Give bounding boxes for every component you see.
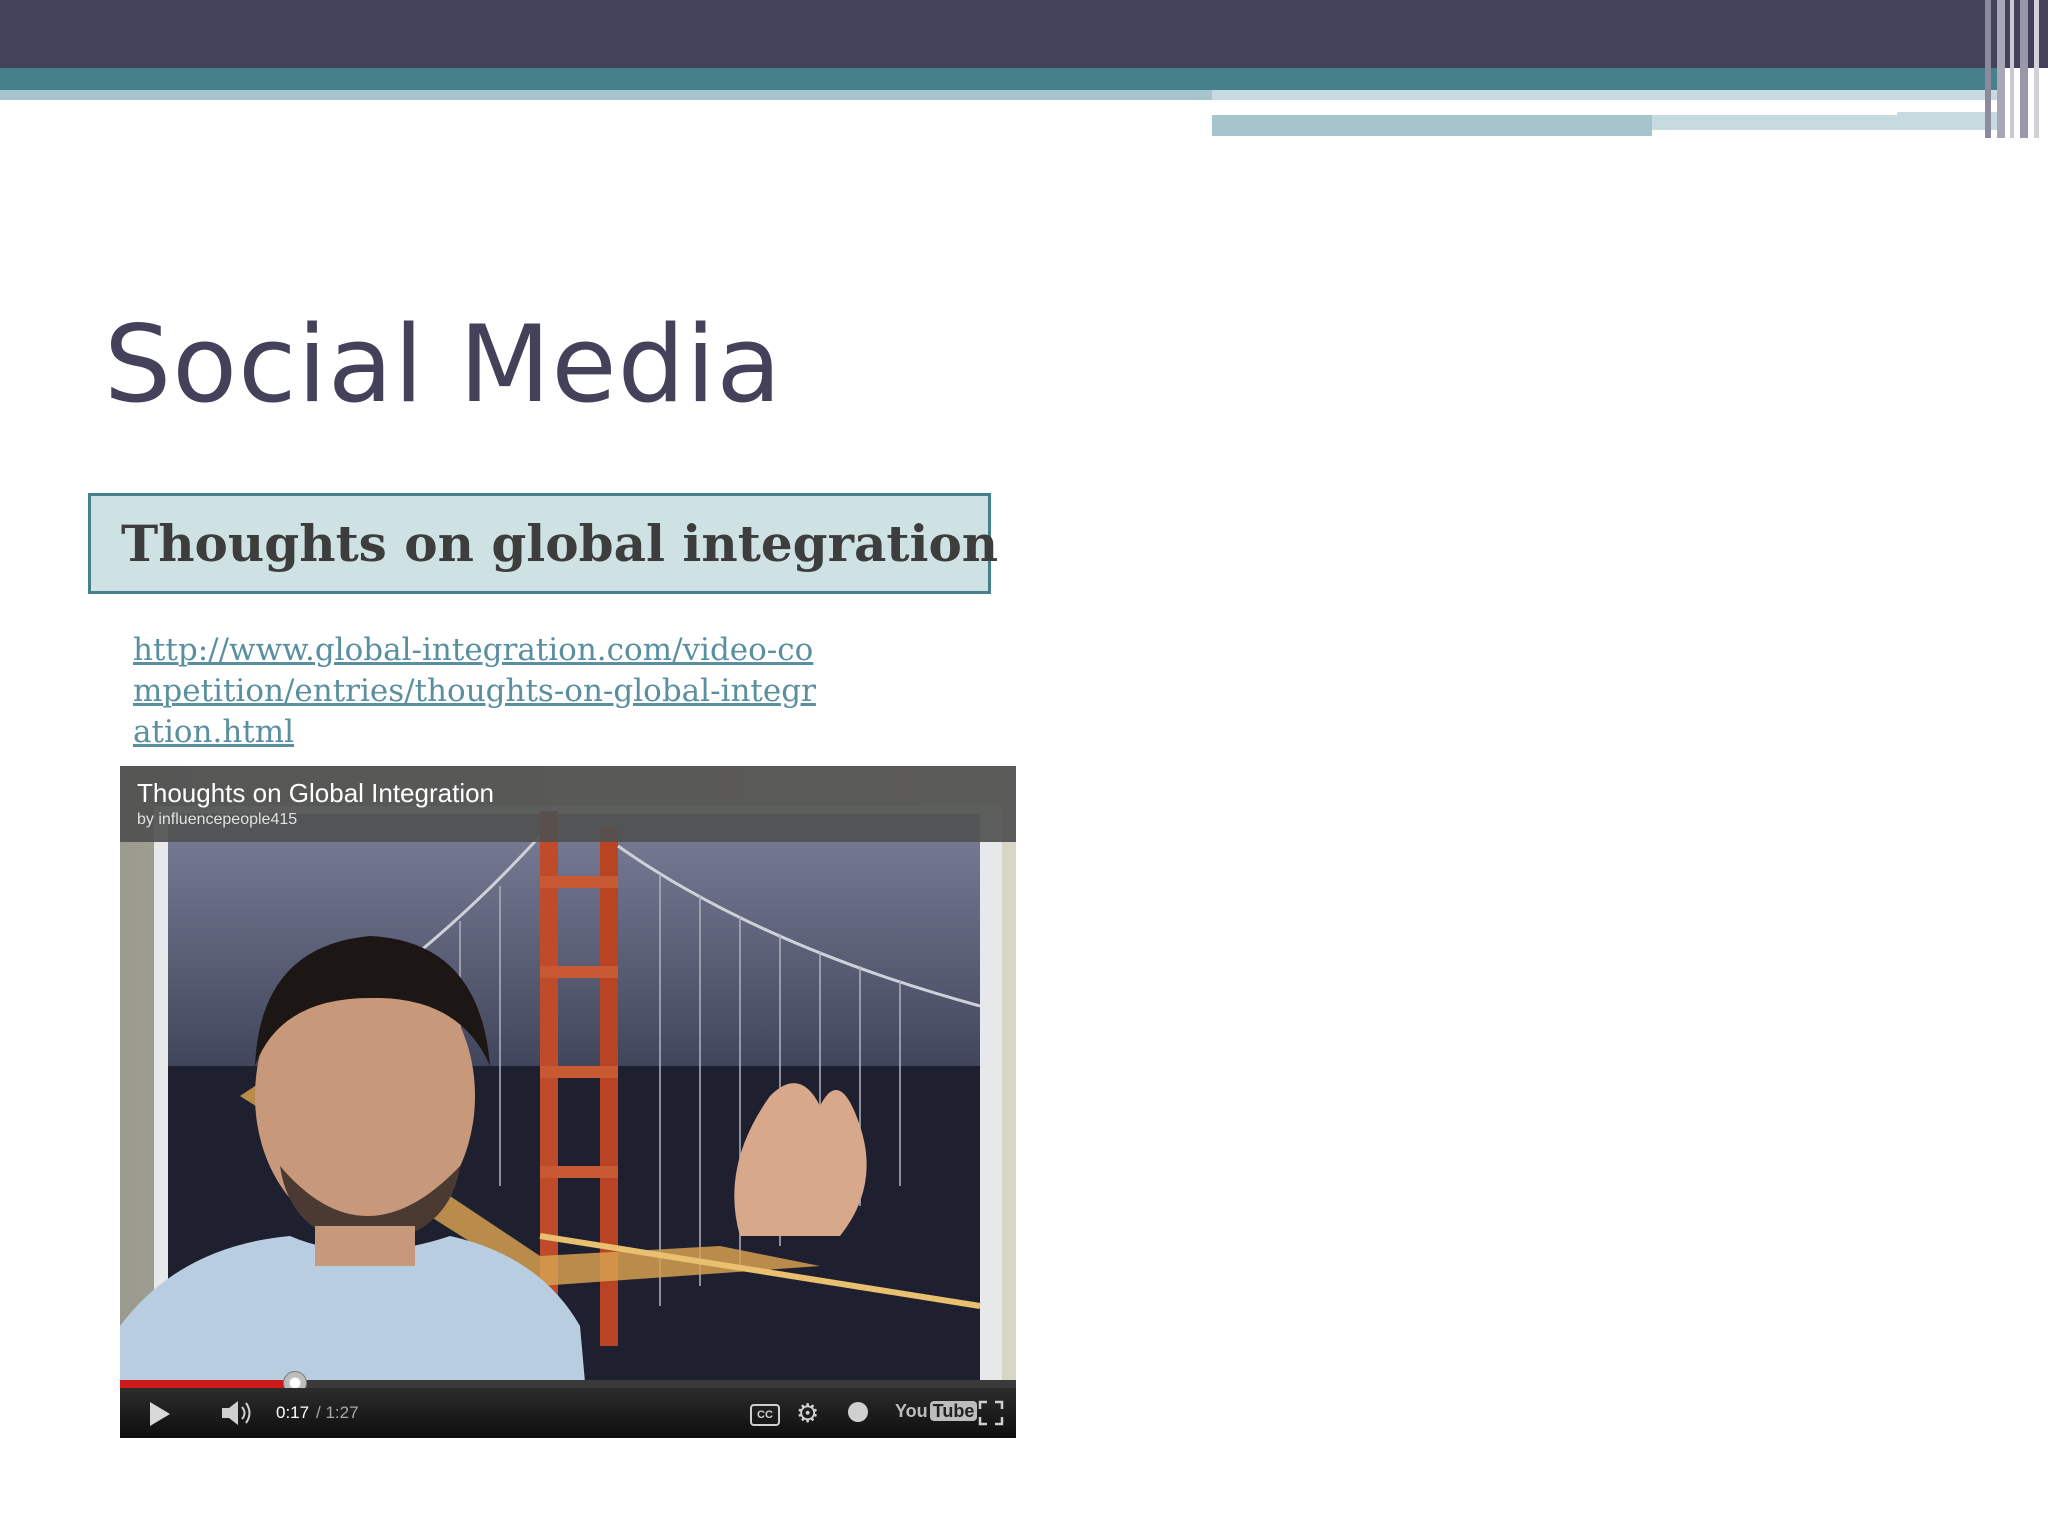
slide-title: Social Media — [104, 303, 783, 426]
volume-icon[interactable] — [220, 1398, 254, 1428]
header-band-dark — [0, 0, 2048, 68]
video-controls: 0:17 / 1:27 CC ⚙ You Tube — [120, 1388, 1016, 1438]
progress-bar[interactable] — [120, 1371, 1016, 1395]
time-total: / 1:27 — [316, 1403, 359, 1422]
video-frame — [120, 766, 1016, 1438]
youtube-logo-tube: Tube — [929, 1401, 978, 1421]
play-icon[interactable] — [150, 1402, 170, 1426]
corner-stripe — [2034, 0, 2039, 138]
header-band-light — [0, 90, 1212, 100]
time-current: 0:17 — [276, 1403, 310, 1422]
youtube-logo-you: You — [895, 1401, 928, 1421]
subtitle-box: Thoughts on global integration — [88, 493, 998, 594]
clock-icon[interactable] — [848, 1402, 868, 1422]
gear-icon[interactable]: ⚙ — [796, 1400, 819, 1426]
header-band-strip — [1212, 112, 1652, 136]
video-author[interactable]: by influencepeople415 — [137, 811, 297, 829]
header-band-light-right — [1212, 90, 2002, 100]
closed-captions-icon[interactable]: CC — [750, 1404, 780, 1426]
video-title[interactable]: Thoughts on Global Integration — [137, 778, 494, 809]
header-band-teal — [0, 68, 2000, 90]
header-white-line — [1212, 110, 1897, 115]
subtitle-text: Thoughts on global integration — [121, 514, 999, 573]
video-player[interactable]: Thoughts on Global Integration by influe… — [120, 766, 1016, 1438]
corner-stripe — [2010, 0, 2014, 138]
video-link[interactable]: http://www.global-integration.com/video-… — [133, 630, 833, 753]
video-title-bar: Thoughts on Global Integration by influe… — [120, 766, 1016, 842]
youtube-logo[interactable]: You Tube — [895, 1401, 978, 1422]
corner-stripe — [2020, 0, 2028, 138]
corner-stripe — [1985, 0, 1991, 138]
progress-fill — [120, 1380, 295, 1388]
fullscreen-icon[interactable] — [978, 1400, 1004, 1426]
corner-stripe — [1997, 0, 2005, 138]
